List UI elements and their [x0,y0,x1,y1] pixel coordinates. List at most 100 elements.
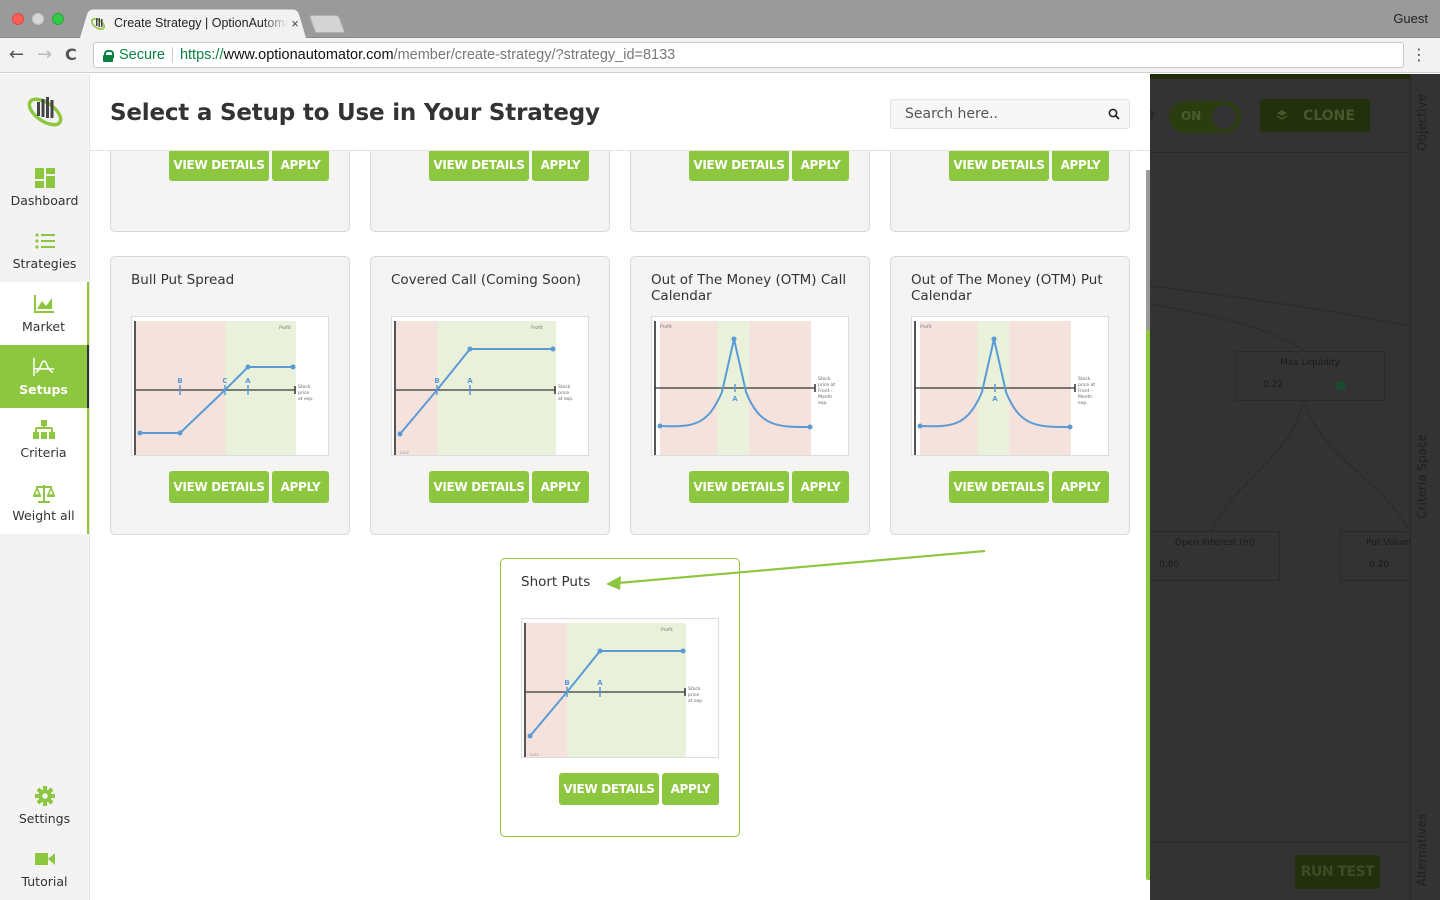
axis-label-line: Front - [1078,388,1093,394]
sidebar-item-strategies[interactable]: Strategies [0,219,89,282]
url-path: /member/create-strategy/?strategy_id=813… [393,47,676,63]
back-arrow-icon[interactable]: ← [9,45,24,65]
sidebar-item-criteria[interactable]: Criteria [0,408,89,471]
payoff-point [1067,424,1073,430]
tab-objective[interactable]: Objective [1415,94,1429,151]
dashboard-icon [34,167,56,189]
setup-card-title: Bull Put Spread [131,272,235,288]
profit-zone [567,623,686,757]
criteria-node[interactable]: Max Liquidity 0.22 [1235,351,1385,401]
vertical-tabs: Objective Criteria Space Alternatives [1410,74,1440,900]
maximize-window-button[interactable] [52,13,64,25]
sidebar-item-label: Dashboard [10,193,79,208]
reload-icon[interactable]: C [65,45,77,65]
view-details-button[interactable]: VIEW DETAILS [559,773,659,805]
axis-label-line: at exp. [298,396,314,402]
sidebar-item-label: Weight all [12,508,75,523]
apply-button[interactable]: APPLY [532,149,589,181]
modal-scrollbar[interactable] [1146,170,1150,880]
payoff-point [991,336,997,342]
apply-button[interactable]: APPLY [1052,149,1109,181]
loss-label: Loss [400,450,409,455]
url-scheme: https:// [179,47,224,63]
new-tab-button[interactable] [308,15,346,33]
strike-label: B [177,377,182,385]
search-icon[interactable] [1099,108,1129,120]
payoff-chart-image: A Profit Stock price at Front - Month exp. [651,316,849,456]
node-value: 0.20 [1369,560,1390,570]
gear-icon [34,785,56,807]
node-title: Max Liquidity [1280,358,1340,368]
background-workspace: e ON CLONE Max Liquidity 0.22 Open Inter… [1150,74,1440,900]
sidebar: Dashboard Strategies Market Setups Crite… [0,74,90,900]
view-details-button[interactable]: VIEW DETAILS [689,471,789,503]
setup-card: Bull Put Spread B C A Profit Stock price at ex… [110,256,350,535]
setup-card: Out of The Money (OTM) Call Calendar A Pr… [630,256,870,535]
tab-criteria-space[interactable]: Criteria Space [1415,434,1429,519]
setup-card-title: Covered Call (Coming Soon) [391,272,582,288]
tab-close-icon[interactable]: × [288,16,302,31]
criteria-node[interactable]: Put Volum 0.20 [1340,531,1420,581]
profile-guest[interactable]: Guest [1393,11,1428,26]
url-host: www.optionautomator.com [223,47,394,63]
scale-icon [32,482,55,504]
view-details-button[interactable]: VIEW DETAILS [169,471,269,503]
payoff-point [917,423,923,429]
apply-button[interactable]: APPLY [792,471,849,503]
axis-label-line: price at [1078,382,1095,388]
sidebar-item-settings[interactable]: Settings [0,774,89,837]
sidebar-item-tutorial[interactable]: Tutorial [0,837,89,900]
payoff-point [245,364,251,370]
search-input[interactable] [891,106,1099,122]
sidebar-item-label: Setups [19,382,68,397]
axis-label-line: price at [818,382,835,388]
apply-button[interactable]: APPLY [272,471,329,503]
browser-menu-icon[interactable]: ⋮ [1411,46,1427,64]
setup-card-title: Out of The Money (OTM) Call Calendar [651,272,847,304]
view-details-button[interactable]: VIEW DETAILS [949,471,1049,503]
forward-arrow-icon[interactable]: → [37,45,52,65]
setup-card: Out of The Money (OTM) Put Calendar A Pro… [890,256,1130,535]
sidebar-item-dashboard[interactable]: Dashboard [0,156,89,219]
secure-label: Secure [119,47,165,63]
axis-label-line: price [558,390,569,396]
close-window-button[interactable] [12,13,24,25]
list-icon [34,230,56,252]
minimize-window-button[interactable] [32,13,44,25]
setup-selection-modal: Select a Setup to Use in Your Strategy V… [90,74,1150,900]
sidebar-item-market[interactable]: Market [0,282,89,345]
criteria-node[interactable]: Open Interest (m) 0.80 [1150,531,1280,581]
strike-label: A [467,377,473,385]
view-details-button[interactable]: VIEW DETAILS [689,149,789,181]
payoff-chart: B A Profit Stockpriceat exp. Loss [394,321,574,455]
run-test-button[interactable]: RUN TEST [1295,855,1380,889]
strike-label: B [434,377,439,385]
axis-label-line: Stock [1078,376,1091,382]
view-details-button[interactable]: VIEW DETAILS [949,149,1049,181]
axis-label-line: Stock [688,686,701,692]
sidebar-item-label: Settings [18,811,71,826]
apply-button[interactable]: APPLY [792,149,849,181]
view-details-button[interactable]: VIEW DETAILS [169,149,269,181]
scrollbar-thumb[interactable] [1146,170,1150,330]
address-bar[interactable]: Secure https://www.optionautomator.com/m… [93,42,1404,68]
tab-alternatives[interactable]: Alternatives [1415,814,1429,886]
profit-label: Profit [531,325,543,331]
apply-button[interactable]: APPLY [272,149,329,181]
view-details-button[interactable]: VIEW DETAILS [429,149,529,181]
view-details-button[interactable]: VIEW DETAILS [429,471,529,503]
browser-navbar: ← → C Secure https://www.optionautomator… [0,38,1440,73]
payoff-point [807,424,813,430]
sidebar-item-label: Criteria [20,445,67,460]
profit-zone [225,321,296,455]
payoff-point [177,430,183,436]
apply-button[interactable]: APPLY [1052,471,1109,503]
payoff-point [550,346,556,352]
sidebar-item-weight-all[interactable]: Weight all [0,471,89,534]
sidebar-item-label: Tutorial [21,874,68,889]
apply-button[interactable]: APPLY [662,773,719,805]
sidebar-item-setups[interactable]: Setups [0,345,89,408]
profit-label: Profit [661,627,673,633]
browser-tab[interactable]: Create Strategy | OptionAutomator × [86,8,302,38]
apply-button[interactable]: APPLY [532,471,589,503]
